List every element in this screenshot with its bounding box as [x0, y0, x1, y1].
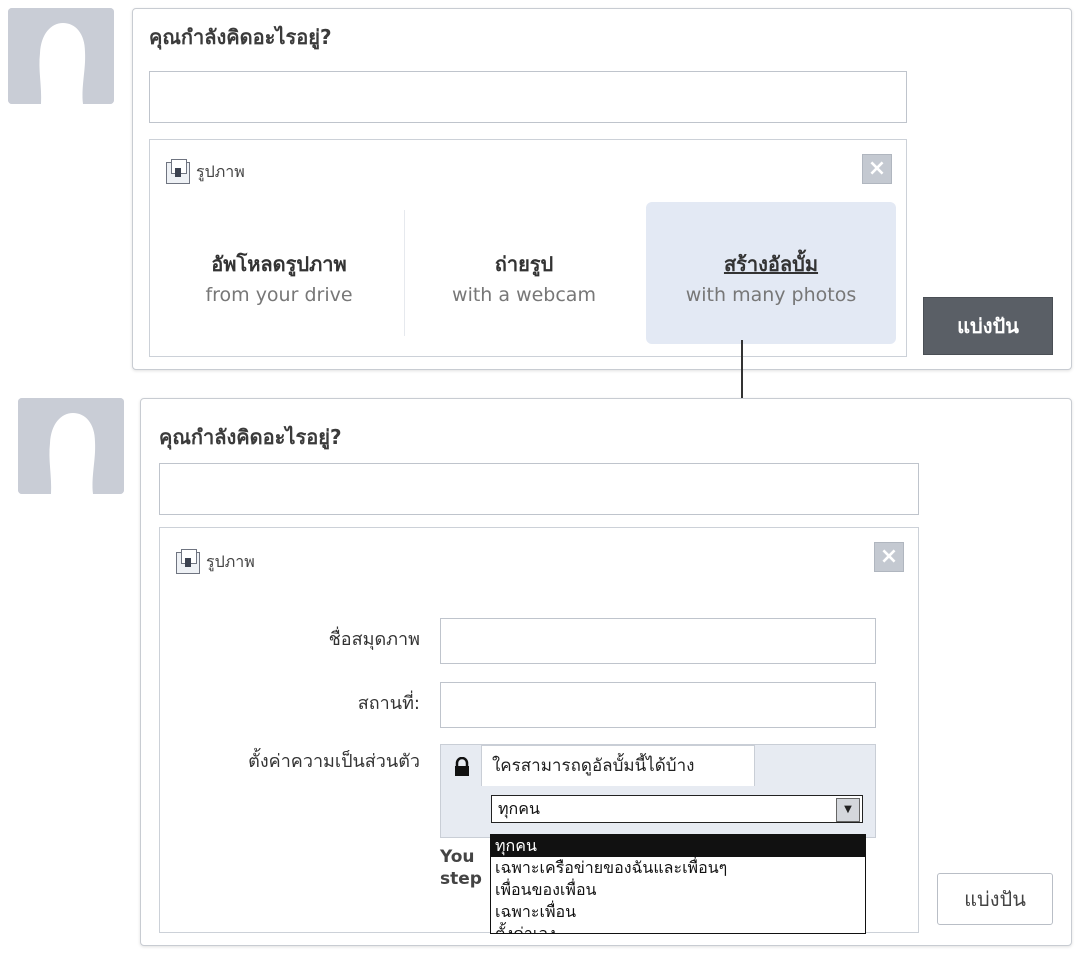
privacy-option[interactable]: เฉพาะเครือข่ายของฉันและเพื่อนๆ — [491, 857, 865, 879]
photo-icon — [176, 549, 200, 574]
album-details-panel: รูปภาพ × ชื่อสมุดภาพ สถานที่: ตั้งค่าควา… — [159, 527, 919, 934]
privacy-option[interactable]: เพื่อนของเพื่อน — [491, 879, 865, 901]
option-title: ถ่ายรูป — [494, 252, 554, 276]
photo-icon — [166, 159, 190, 184]
close-icon[interactable]: × — [874, 542, 904, 572]
upload-photo-option[interactable]: อัพโหลดรูปภาพ from your drive — [156, 202, 402, 344]
create-album-option[interactable]: สร้างอัลบั้ม with many photos — [646, 202, 896, 344]
lock-icon — [455, 757, 469, 776]
option-subtitle: with many photos — [685, 284, 857, 306]
panel-title: รูปภาพ — [196, 162, 245, 181]
hint-text: You step — [440, 846, 482, 890]
privacy-option[interactable]: ทุกคน — [491, 835, 865, 857]
avatar-bottom — [18, 398, 124, 494]
option-subtitle: from your drive — [205, 284, 353, 306]
composer-prompt: คุณกำลังคิดอะไรอยู่? — [159, 425, 342, 449]
privacy-option[interactable]: เฉพาะเพื่อน — [491, 901, 865, 923]
share-button[interactable]: แบ่งปัน — [937, 873, 1053, 925]
location-input[interactable] — [440, 682, 876, 728]
location-label: สถานที่: — [357, 693, 420, 714]
panel-title: รูปภาพ — [206, 552, 255, 571]
close-icon[interactable]: × — [862, 154, 892, 184]
option-subtitle: with a webcam — [452, 284, 596, 306]
panel-header: รูปภาพ × — [150, 140, 906, 196]
privacy-question-tab: ใครสามารถดูอัลบั้มนี้ได้บ้าง — [481, 745, 755, 786]
photo-attachment-panel: รูปภาพ × อัพโหลดรูปภาพ from your drive ถ… — [149, 139, 907, 357]
privacy-select[interactable]: ทุกคน ▼ — [491, 795, 863, 823]
avatar-top — [8, 8, 114, 104]
album-name-label: ชื่อสมุดภาพ — [328, 629, 420, 650]
album-name-input[interactable] — [440, 618, 876, 664]
status-input[interactable] — [149, 71, 907, 123]
privacy-box: ใครสามารถดูอัลบั้มนี้ได้บ้าง ทุกคน ▼ — [440, 744, 876, 838]
composer-prompt: คุณกำลังคิดอะไรอยู่? — [149, 25, 332, 49]
privacy-selected-value: ทุกคน — [498, 799, 540, 818]
panel-header: รูปภาพ × — [160, 528, 918, 584]
status-composer-top: คุณกำลังคิดอะไรอยู่? รูปภาพ × อัพโหลดรูป… — [132, 8, 1072, 370]
privacy-option[interactable]: ตั้งค่าเอง — [491, 923, 865, 933]
privacy-dropdown-list: ทุกคน เฉพาะเครือข่ายของฉันและเพื่อนๆ เพื… — [490, 834, 866, 934]
option-title: อัพโหลดรูปภาพ — [211, 252, 347, 276]
share-button[interactable]: แบ่งปัน — [923, 297, 1053, 355]
option-title: สร้างอัลบั้ม — [723, 252, 819, 276]
hint-line: step — [440, 869, 482, 889]
user-silhouette-icon — [18, 398, 124, 494]
status-input[interactable] — [159, 463, 919, 515]
chevron-down-icon[interactable]: ▼ — [836, 798, 860, 822]
status-composer-bottom: คุณกำลังคิดอะไรอยู่? รูปภาพ × ชื่อสมุดภา… — [140, 398, 1072, 946]
option-divider — [404, 210, 405, 336]
privacy-settings-label: ตั้งค่าความเป็นส่วนตัว — [248, 751, 420, 772]
hint-line: You — [440, 847, 475, 867]
take-photo-option[interactable]: ถ่ายรูป with a webcam — [406, 202, 642, 344]
user-silhouette-icon — [8, 8, 114, 104]
